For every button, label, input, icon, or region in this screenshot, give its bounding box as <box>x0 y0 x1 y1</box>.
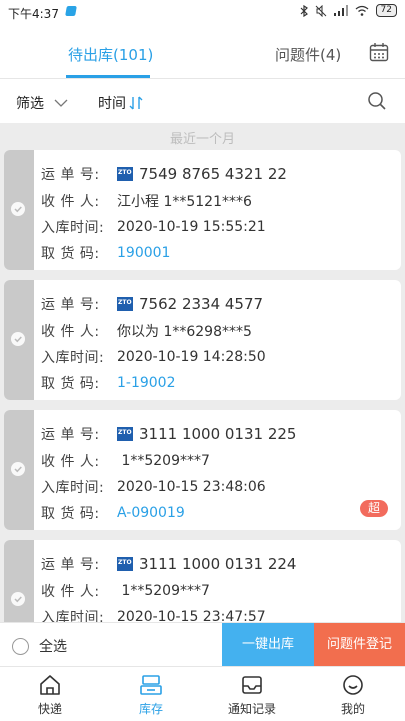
recipient-value: 江小程 1**5121***6 <box>117 194 252 210</box>
tab-active-indicator <box>66 75 150 78</box>
parcel-card[interactable]: 运 单 号: 3111 1000 0131 225 收 件 人: 1**5209*… <box>4 410 401 530</box>
check-icon <box>11 202 25 216</box>
tab-pending[interactable]: 待出库(101) <box>68 44 153 65</box>
tab-bar: 待出库(101) 问题件(4) <box>0 24 405 79</box>
waybill-number: 7549 8765 4321 22 <box>139 165 287 183</box>
mute-icon <box>315 4 326 17</box>
recipient-value: 1**5209***7 <box>117 583 210 599</box>
profile-icon <box>343 675 363 695</box>
storage-time-label: 入库时间: <box>41 350 105 366</box>
storage-time-label: 入库时间: <box>41 480 105 496</box>
app-notification-icon <box>65 6 77 16</box>
tab-issues[interactable]: 问题件(4) <box>275 44 341 65</box>
action-bar: 全选 一键出库 问题件登记 <box>0 622 405 667</box>
parcel-card[interactable]: 运 单 号: 7549 8765 4321 22 收 件 人: 江小程 1**512… <box>4 150 401 270</box>
message-icon <box>242 676 262 694</box>
recipient-label: 收 件 人: <box>41 324 100 340</box>
filter-bar: 筛选 时间 <box>0 79 405 123</box>
select-all-radio[interactable] <box>12 637 29 655</box>
sort-icon <box>129 96 143 110</box>
home-icon <box>40 675 60 695</box>
storage-time-label: 入库时间: <box>41 220 105 236</box>
parcel-card[interactable]: 运 单 号: 7562 2334 4577 收 件 人: 你以为 1**6298**… <box>4 280 401 400</box>
zto-logo-icon <box>117 167 133 181</box>
check-icon <box>11 462 25 476</box>
check-icon <box>11 332 25 346</box>
card-select-strip[interactable] <box>4 540 34 622</box>
select-all-toggle[interactable]: 全选 <box>12 636 67 656</box>
inventory-icon <box>140 675 162 695</box>
bottom-nav: 快递 库存 通知记录 我的 <box>0 666 405 721</box>
pickup-code-value: A-090019 <box>117 505 185 521</box>
bluetooth-icon <box>300 4 308 17</box>
nav-label: 通知记录 <box>227 702 276 716</box>
status-time: 下午4:37 <box>8 7 59 21</box>
pickup-code-value: 190001 <box>117 245 171 261</box>
pickup-code-label: 取 货 码: <box>41 506 100 522</box>
storage-time-value: 2020-10-15 23:48:06 <box>117 479 266 495</box>
recipient-label: 收 件 人: <box>41 454 100 470</box>
nav-label: 库存 <box>138 702 163 716</box>
parcel-card[interactable]: 运 单 号: 3111 1000 0131 224 收 件 人: 1**5209*… <box>4 540 401 622</box>
zto-logo-icon <box>117 427 133 441</box>
zto-logo-icon <box>117 297 133 311</box>
waybill-label: 运 单 号: <box>41 557 100 573</box>
filter-dropdown[interactable]: 筛选 <box>16 93 68 113</box>
signal-icon <box>333 5 348 16</box>
nav-label: 我的 <box>340 702 365 716</box>
search-icon[interactable] <box>367 91 387 111</box>
select-all-label: 全选 <box>39 639 67 655</box>
wifi-icon <box>355 5 368 16</box>
waybill-label: 运 单 号: <box>41 167 100 183</box>
sort-by-time[interactable]: 时间 <box>98 93 143 113</box>
recipient-label: 收 件 人: <box>41 194 100 210</box>
overdue-badge: 超 <box>360 500 388 517</box>
recipient-label: 收 件 人: <box>41 584 100 600</box>
nav-label: 快递 <box>37 702 62 716</box>
calendar-icon[interactable] <box>369 42 389 62</box>
zto-logo-icon <box>117 557 133 571</box>
recipient-value: 1**5209***7 <box>117 453 210 469</box>
register-issue-button[interactable]: 问题件登记 <box>314 623 405 667</box>
nav-item-notifications[interactable]: 通知记录 <box>212 673 292 717</box>
chevron-down-icon <box>54 99 68 107</box>
pickup-code-value: 1-19002 <box>117 375 176 391</box>
storage-time-value: 2020-10-15 23:47:57 <box>117 609 266 622</box>
pickup-code-label: 取 货 码: <box>41 246 100 262</box>
waybill-number: 3111 1000 0131 225 <box>139 425 297 443</box>
filter-label: 筛选 <box>16 96 44 112</box>
check-icon <box>11 592 25 606</box>
waybill-number: 7562 2334 4577 <box>139 295 264 313</box>
nav-item-profile[interactable]: 我的 <box>313 673 393 717</box>
waybill-label: 运 单 号: <box>41 297 100 313</box>
pickup-code-label: 取 货 码: <box>41 376 100 392</box>
storage-time-value: 2020-10-19 14:28:50 <box>117 349 266 365</box>
storage-time-label: 入库时间: <box>41 610 105 622</box>
nav-item-inventory[interactable]: 库存 <box>111 673 191 717</box>
status-icons: 72 <box>300 4 397 17</box>
status-bar: 下午4:37 72 <box>0 0 405 24</box>
waybill-label: 运 单 号: <box>41 427 100 443</box>
waybill-number: 3111 1000 0131 224 <box>139 555 297 573</box>
one-click-ship-button[interactable]: 一键出库 <box>222 623 314 667</box>
nav-item-express[interactable]: 快递 <box>10 673 90 717</box>
section-title: 最近一个月 <box>169 132 235 147</box>
battery-indicator: 72 <box>375 4 397 17</box>
storage-time-value: 2020-10-19 15:55:21 <box>117 219 266 235</box>
recipient-value: 你以为 1**6298***5 <box>117 324 252 340</box>
parcel-list: 运 单 号: 7549 8765 4321 22 收 件 人: 江小程 1**512… <box>4 150 402 622</box>
sort-label: 时间 <box>98 96 126 112</box>
